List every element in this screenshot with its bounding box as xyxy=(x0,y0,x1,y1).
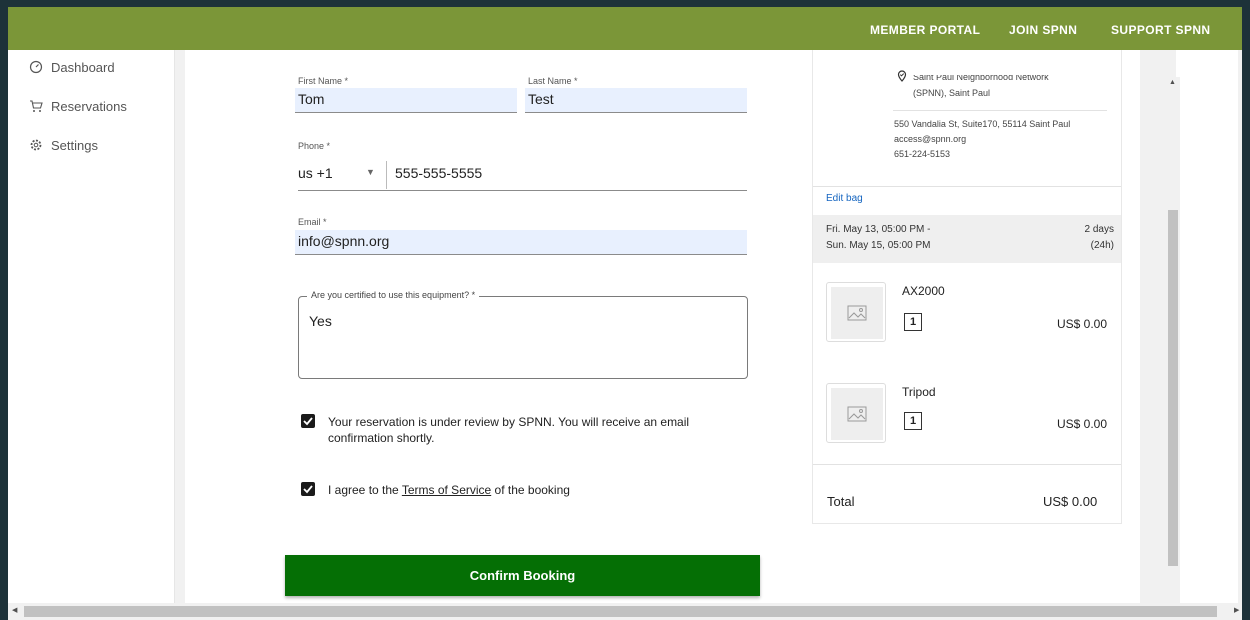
sidebar-item-label: Settings xyxy=(51,137,98,153)
terms-prefix: I agree to the xyxy=(328,483,402,497)
gear-icon xyxy=(30,139,42,151)
item-price: US$ 0.00 xyxy=(1057,317,1108,331)
app-window: MEMBER PORTAL JOIN SPNN SUPPORT SPNN Das… xyxy=(8,7,1242,620)
end-date: Sun. May 15, 05:00 PM xyxy=(826,240,931,251)
nav-member-portal[interactable]: MEMBER PORTAL xyxy=(870,23,980,37)
total-divider xyxy=(813,464,1121,465)
item-thumbnail xyxy=(826,383,886,443)
total-value: US$ 0.00 xyxy=(1043,494,1098,509)
sidebar-item-dashboard[interactable]: Dashboard xyxy=(29,57,115,77)
top-nav-bar: MEMBER PORTAL JOIN SPNN SUPPORT SPNN xyxy=(8,7,1242,50)
image-placeholder-icon xyxy=(847,406,867,422)
review-notice-text: Your reservation is under review by SPNN… xyxy=(328,415,690,445)
terms-of-service-link[interactable]: Terms of Service xyxy=(402,483,491,497)
item-quantity[interactable]: 1 xyxy=(904,313,922,331)
location-address: 550 Vandalia St, Suite170, 55114 Saint P… xyxy=(894,119,1071,129)
scroll-up-arrow-icon[interactable]: ▲ xyxy=(1169,79,1176,86)
sidebar-item-settings[interactable]: Settings xyxy=(29,135,98,155)
phone-divider xyxy=(386,161,387,189)
content-gutter-left xyxy=(175,50,185,610)
last-name-label: Last Name * xyxy=(528,76,578,86)
location-divider xyxy=(893,110,1107,111)
review-notice-checkbox[interactable] xyxy=(301,414,315,428)
location-phone: 651-224-5153 xyxy=(894,149,951,159)
certification-label: Are you certified to use this equipment?… xyxy=(307,290,480,300)
edit-bag-link[interactable]: Edit bag xyxy=(826,193,863,204)
terms-checkbox[interactable] xyxy=(301,482,315,496)
country-code-select[interactable]: us +1 xyxy=(298,165,333,181)
checkmark-icon xyxy=(303,485,313,494)
last-name-field[interactable]: Test xyxy=(525,88,747,113)
total-label: Total xyxy=(827,494,855,509)
email-field[interactable]: info@spnn.org xyxy=(295,230,747,255)
chevron-down-icon[interactable]: ▼ xyxy=(366,167,375,177)
inner-vertical-scroll-thumb[interactable] xyxy=(1168,210,1178,566)
terms-text: I agree to the Terms of Service of the b… xyxy=(328,482,570,498)
location-email: access@spnn.org xyxy=(894,134,967,144)
checkmark-icon xyxy=(303,417,313,426)
certification-value: Yes xyxy=(309,313,332,329)
horizontal-scroll-thumb[interactable] xyxy=(24,606,1217,617)
phone-number-field[interactable]: 555-555-5555 xyxy=(395,165,482,181)
cart-icon xyxy=(30,100,43,112)
item-name: Tripod xyxy=(902,385,936,399)
item-thumbnail xyxy=(826,282,886,342)
dashboard-icon xyxy=(29,60,43,74)
duration-hours: (24h) xyxy=(1090,240,1114,251)
first-name-label: First Name * xyxy=(298,76,349,86)
sidebar-item-reservations[interactable]: Reservations xyxy=(29,96,127,116)
item-quantity[interactable]: 1 xyxy=(904,412,922,430)
sidebar: Dashboard Reservations Settings xyxy=(8,50,175,610)
phone-row: us +1 ▼ 555-555-5555 xyxy=(298,157,747,191)
email-label: Email * xyxy=(298,217,327,227)
image-placeholder-icon xyxy=(847,305,867,321)
summary-divider xyxy=(813,186,1121,187)
sidebar-item-label: Reservations xyxy=(51,98,127,114)
confirm-booking-button[interactable]: Confirm Booking xyxy=(285,555,760,596)
phone-label: Phone * xyxy=(298,141,331,151)
duration-days: 2 days xyxy=(1084,224,1114,235)
outer-vertical-scrollbar[interactable] xyxy=(1238,50,1242,610)
location-name-line2: (SPNN), Saint Paul xyxy=(913,88,991,98)
first-name-field[interactable]: Tom xyxy=(295,88,517,113)
scroll-right-arrow-icon[interactable]: ▶ xyxy=(1234,606,1239,614)
scroll-left-arrow-icon[interactable]: ◀ xyxy=(12,606,17,614)
start-date: Fri. May 13, 05:00 PM - xyxy=(826,224,931,235)
location-pin-icon xyxy=(896,70,908,85)
item-name: AX2000 xyxy=(902,284,945,298)
certification-field[interactable]: Are you certified to use this equipment?… xyxy=(298,290,748,379)
reservation-dates-band: Fri. May 13, 05:00 PM - Sun. May 15, 05:… xyxy=(813,215,1121,263)
sidebar-item-label: Dashboard xyxy=(51,59,115,75)
item-price: US$ 0.00 xyxy=(1057,417,1108,431)
nav-support-spnn[interactable]: SUPPORT SPNN xyxy=(1111,23,1210,37)
terms-suffix: of the booking xyxy=(491,483,570,497)
nav-join-spnn[interactable]: JOIN SPNN xyxy=(1009,23,1077,37)
